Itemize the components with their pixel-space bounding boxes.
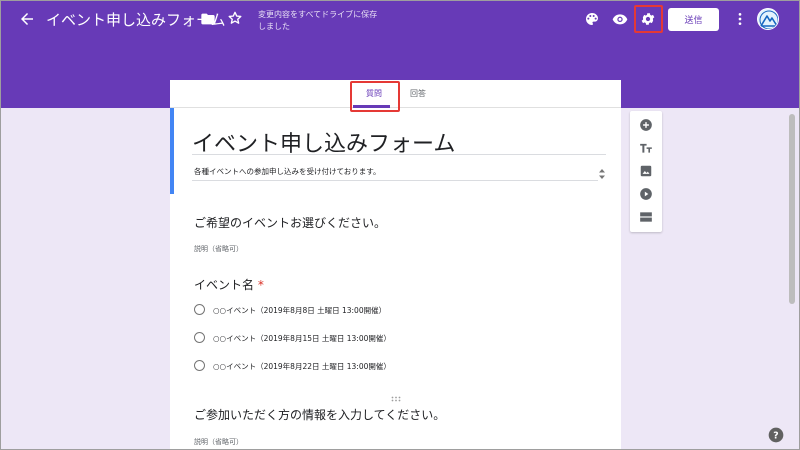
palette-icon[interactable] (584, 11, 600, 27)
settings-highlight-box (634, 5, 663, 33)
description-resize-icon[interactable] (598, 168, 606, 180)
questions-tab-highlight-box (350, 81, 400, 112)
help-icon[interactable]: ? (768, 427, 784, 443)
more-vert-icon[interactable] (734, 11, 746, 27)
section-description-event[interactable]: 説明（省略可） (194, 244, 243, 254)
send-button[interactable]: 送信 (668, 8, 719, 31)
radio-button[interactable] (194, 360, 205, 371)
option-label[interactable]: ○○イベント（2019年8月22日 土曜日 13:00開催） (213, 361, 391, 372)
section-title-event[interactable]: ご希望のイベントお選びください。 (194, 214, 386, 231)
account-avatar[interactable] (757, 8, 779, 30)
save-status-text: 変更内容をすべてドライブに保存しました (258, 10, 378, 31)
preview-eye-icon[interactable] (611, 11, 629, 27)
top-toolbar: イベント申し込みフォーム 変更内容をすべてドライブに保存しました 送信 (0, 0, 800, 40)
tab-responses[interactable]: 回答 (410, 88, 426, 99)
radio-button[interactable] (194, 304, 205, 315)
focus-indicator (170, 108, 174, 194)
add-image-icon[interactable] (639, 164, 653, 178)
avatar-logo-icon (759, 10, 778, 29)
required-mark: * (257, 278, 264, 292)
form-editor-card: イベント申し込みフォーム 各種イベントへの参加申し込みを受け付けております。 ご… (170, 108, 621, 450)
folder-icon[interactable] (200, 11, 216, 27)
question-title-text[interactable]: イベント名 (194, 278, 254, 292)
back-arrow-icon[interactable] (18, 10, 36, 28)
add-title-icon[interactable] (639, 141, 653, 155)
radio-button[interactable] (194, 332, 205, 343)
section-title-participant[interactable]: ご参加いただく方の情報を入力してください。 (194, 406, 445, 423)
tabs-bar: 質問 回答 (170, 80, 621, 112)
scrollbar-thumb[interactable] (789, 114, 795, 304)
svg-text:?: ? (773, 430, 778, 441)
drag-handle-icon[interactable] (391, 396, 401, 402)
question-title: イベント名 * (194, 276, 264, 293)
add-item-toolbar (630, 111, 662, 232)
form-description[interactable]: 各種イベントへの参加申し込みを受け付けております。 (194, 166, 381, 177)
option-label[interactable]: ○○イベント（2019年8月15日 土曜日 13:00開催） (213, 333, 391, 344)
page-scrollbar[interactable] (785, 108, 799, 450)
description-field-underline (192, 180, 598, 181)
title-divider (192, 154, 606, 155)
add-question-icon[interactable] (639, 118, 653, 132)
star-icon[interactable] (227, 10, 243, 26)
add-video-icon[interactable] (639, 187, 653, 201)
add-section-icon[interactable] (639, 210, 653, 224)
option-label[interactable]: ○○イベント（2019年8月8日 土曜日 13:00開催） (213, 305, 386, 316)
document-title[interactable]: イベント申し込みフォーム (46, 9, 226, 30)
section-description-participant[interactable]: 説明（省略可） (194, 437, 243, 447)
